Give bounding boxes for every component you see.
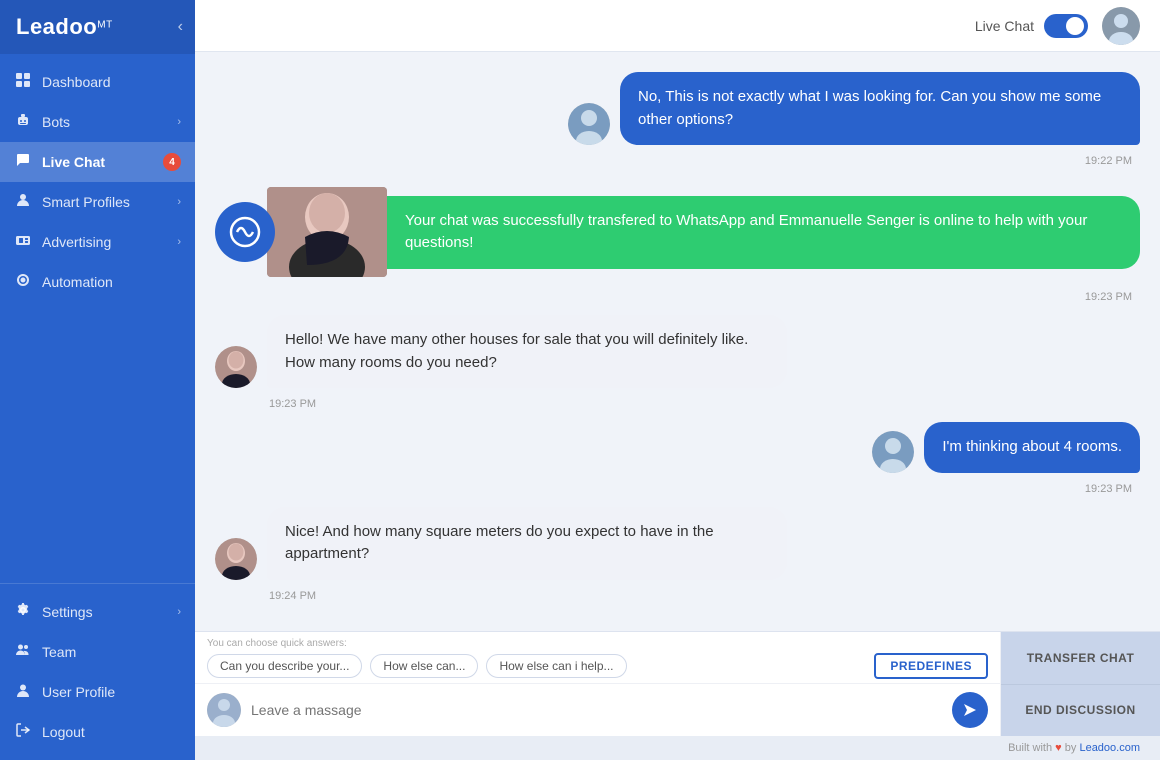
message-bubble-4: I'm thinking about 4 rooms. xyxy=(924,422,1140,473)
grid-icon xyxy=(14,72,32,92)
sidebar-bottom: Settings › Team User Profile Logout xyxy=(0,583,195,760)
sidebar-item-advertising-label: Advertising xyxy=(42,234,167,250)
sidebar-item-automation-label: Automation xyxy=(42,274,181,290)
agent-avatar-3 xyxy=(215,346,257,388)
quick-answers-row: Can you describe your... How else can...… xyxy=(207,653,988,679)
user-avatar-4 xyxy=(872,431,914,473)
footer-link[interactable]: Leadoo.com xyxy=(1079,742,1140,754)
toggle-knob xyxy=(1066,17,1084,35)
footer: Built with ♥ by Leadoo.com xyxy=(195,736,1160,760)
timestamp-2: 19:23 PM xyxy=(215,291,1140,303)
user-avatar-topbar[interactable] xyxy=(1102,7,1140,45)
sidebar-item-user-profile-label: User Profile xyxy=(42,684,181,700)
live-chat-toggle[interactable] xyxy=(1044,14,1088,38)
message-bubble-1: No, This is not exactly what I was looki… xyxy=(620,72,1140,145)
settings-icon xyxy=(14,602,32,622)
sidebar-item-advertising[interactable]: Advertising › xyxy=(0,222,195,262)
transfer-agent-photo xyxy=(267,187,387,277)
sidebar-item-user-profile[interactable]: User Profile xyxy=(0,672,195,712)
footer-text: Built with ♥ by Leadoo.com xyxy=(1008,742,1140,754)
sidebar: LeadooMT ‹ Dashboard Bots › Live Chat 4 xyxy=(0,0,195,760)
user-icon xyxy=(14,682,32,702)
sidebar-item-settings[interactable]: Settings › xyxy=(0,592,195,632)
quick-answers-label: You can choose quick answers: xyxy=(207,638,988,649)
topbar: Live Chat xyxy=(195,0,1160,52)
chat-messages: No, This is not exactly what I was looki… xyxy=(195,52,1160,631)
input-user-avatar xyxy=(207,693,241,727)
message-row-3: Hello! We have many other houses for sal… xyxy=(215,315,1140,388)
logo: LeadooMT xyxy=(16,14,113,40)
send-button[interactable] xyxy=(952,692,988,728)
main-content: Live Chat No, This is not exactly what I… xyxy=(195,0,1160,760)
message-input[interactable] xyxy=(251,702,942,718)
chat-input-area: You can choose quick answers: Can you de… xyxy=(195,631,1160,736)
chat-action-buttons: TRANSFER CHAT END DISCUSSION xyxy=(1000,632,1160,736)
transfer-logo xyxy=(215,202,275,262)
user-avatar-1 xyxy=(568,103,610,145)
smart-profiles-chevron-icon: › xyxy=(177,196,181,208)
person-icon xyxy=(14,192,32,212)
timestamp-3: 19:23 PM xyxy=(215,398,1140,410)
topbar-live-chat-label: Live Chat xyxy=(975,18,1034,34)
message-row-4: I'm thinking about 4 rooms. xyxy=(215,422,1140,473)
sidebar-item-smart-profiles-label: Smart Profiles xyxy=(42,194,167,210)
chat-icon xyxy=(14,152,32,172)
sidebar-item-dashboard[interactable]: Dashboard xyxy=(0,62,195,102)
sidebar-item-bots[interactable]: Bots › xyxy=(0,102,195,142)
bot-icon xyxy=(14,112,32,132)
quick-chip-1[interactable]: How else can... xyxy=(370,654,478,678)
message-bubble-5: Nice! And how many square meters do you … xyxy=(267,507,787,580)
team-icon xyxy=(14,642,32,662)
sidebar-logo: LeadooMT ‹ xyxy=(0,0,195,54)
chat-input-left: You can choose quick answers: Can you de… xyxy=(195,632,1000,736)
agent-avatar-5 xyxy=(215,538,257,580)
sidebar-item-automation[interactable]: Automation xyxy=(0,262,195,302)
transfer-message-bubble: Your chat was successfully transfered to… xyxy=(387,196,1140,269)
quick-answers-bar: You can choose quick answers: Can you de… xyxy=(195,632,1000,683)
settings-chevron-icon: › xyxy=(177,606,181,618)
logo-mt: MT xyxy=(97,20,112,31)
sidebar-item-smart-profiles[interactable]: Smart Profiles › xyxy=(0,182,195,222)
message-row-1: No, This is not exactly what I was looki… xyxy=(215,72,1140,145)
advertising-chevron-icon: › xyxy=(177,236,181,248)
bots-chevron-icon: › xyxy=(177,116,181,128)
timestamp-1: 19:22 PM xyxy=(215,155,1140,167)
sidebar-item-team-label: Team xyxy=(42,644,181,660)
transfer-notification: Your chat was successfully transfered to… xyxy=(215,187,1140,277)
sidebar-item-live-chat-label: Live Chat xyxy=(42,154,153,170)
logout-icon xyxy=(14,722,32,742)
sidebar-nav: Dashboard Bots › Live Chat 4 Smart Profi… xyxy=(0,54,195,583)
automation-icon xyxy=(14,272,32,292)
message-row-5: Nice! And how many square meters do you … xyxy=(215,507,1140,580)
sidebar-item-team[interactable]: Team xyxy=(0,632,195,672)
sidebar-item-logout-label: Logout xyxy=(42,724,181,740)
sidebar-item-logout[interactable]: Logout xyxy=(0,712,195,752)
timestamp-5: 19:24 PM xyxy=(215,590,1140,602)
sidebar-item-settings-label: Settings xyxy=(42,604,167,620)
collapse-sidebar-button[interactable]: ‹ xyxy=(178,18,183,36)
live-chat-badge: 4 xyxy=(163,153,181,171)
ads-icon xyxy=(14,232,32,252)
quick-chip-2[interactable]: How else can i help... xyxy=(486,654,626,678)
predefines-button[interactable]: PREDEFINES xyxy=(874,653,988,679)
quick-chip-0[interactable]: Can you describe your... xyxy=(207,654,362,678)
transfer-chat-button[interactable]: TRANSFER CHAT xyxy=(1001,632,1160,685)
timestamp-4: 19:23 PM xyxy=(215,483,1140,495)
sidebar-item-bots-label: Bots xyxy=(42,114,167,130)
sidebar-item-live-chat[interactable]: Live Chat 4 xyxy=(0,142,195,182)
sidebar-item-dashboard-label: Dashboard xyxy=(42,74,181,90)
input-row xyxy=(195,683,1000,736)
end-discussion-button[interactable]: END DISCUSSION xyxy=(1001,685,1160,737)
message-bubble-3: Hello! We have many other houses for sal… xyxy=(267,315,787,388)
logo-text: Leadoo xyxy=(16,14,97,39)
